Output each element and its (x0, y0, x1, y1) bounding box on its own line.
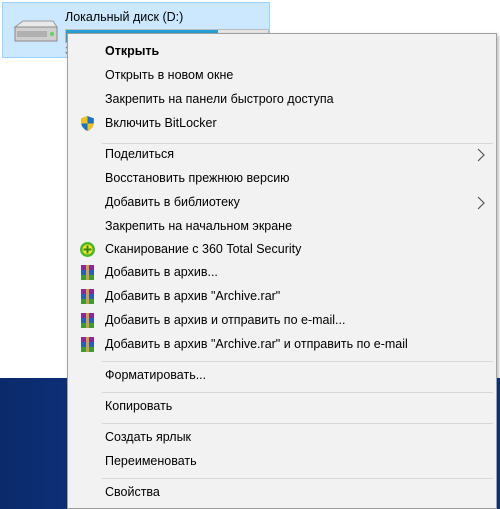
menu-separator (102, 423, 493, 424)
menu-item-add-archive-rar[interactable]: Добавить в архив "Archive.rar" (70, 285, 494, 308)
menu-item-rename-label: Переименовать (105, 454, 197, 468)
menu-item-copy[interactable]: Копировать (70, 395, 494, 418)
menu-item-restore-previous[interactable]: Восстановить прежнюю версию (70, 167, 494, 190)
menu-item-create-shortcut[interactable]: Создать ярлык (70, 426, 494, 449)
menu-item-add-archive-rar-email[interactable]: Добавить в архив "Archive.rar" и отправи… (70, 333, 494, 356)
hard-drive-icon (13, 20, 58, 42)
menu-separator (102, 478, 493, 479)
drive-label: Локальный диск (D:) (65, 10, 184, 24)
menu-separator (102, 392, 493, 393)
menu-item-add-archive-email-label: Добавить в архив и отправить по e-mail..… (105, 313, 346, 327)
menu-item-pin-quick-access[interactable]: Закрепить на панели быстрого доступа (70, 88, 494, 111)
winrar-icon (81, 313, 94, 328)
menu-item-scan-360-label: Сканирование с 360 Total Security (105, 242, 302, 256)
menu-item-rename[interactable]: Переименовать (70, 450, 494, 473)
menu-item-pin-start[interactable]: Закрепить на начальном экране (70, 215, 494, 238)
menu-item-add-to-library-label: Добавить в библиотеку (105, 195, 240, 209)
menu-item-add-archive-rar-email-label: Добавить в архив "Archive.rar" и отправи… (105, 337, 408, 351)
menu-item-bitlocker[interactable]: Включить BitLocker (70, 112, 494, 135)
menu-item-add-archive-email[interactable]: Добавить в архив и отправить по e-mail..… (70, 309, 494, 332)
menu-item-open-new-window-label: Открыть в новом окне (105, 68, 234, 82)
360-security-icon (80, 242, 95, 257)
menu-item-properties[interactable]: Свойства (70, 481, 494, 504)
winrar-icon (81, 289, 94, 304)
chevron-right-icon (477, 148, 485, 162)
menu-item-scan-360[interactable]: Сканирование с 360 Total Security (70, 238, 494, 261)
menu-item-create-shortcut-label: Создать ярлык (105, 430, 192, 444)
menu-item-format-label: Форматировать... (105, 368, 207, 382)
menu-item-format[interactable]: Форматировать... (70, 364, 494, 387)
winrar-icon (81, 337, 94, 352)
menu-item-bitlocker-label: Включить BitLocker (105, 116, 217, 130)
winrar-icon (81, 265, 94, 280)
menu-separator (102, 361, 493, 362)
menu-item-copy-label: Копировать (105, 399, 173, 413)
menu-item-share-label: Поделиться (105, 147, 175, 161)
menu-item-open-new-window[interactable]: Открыть в новом окне (70, 64, 494, 87)
uac-shield-icon (81, 116, 94, 131)
menu-item-add-archive-rar-label: Добавить в архив "Archive.rar" (105, 289, 281, 303)
menu-item-pin-start-label: Закрепить на начальном экране (105, 219, 293, 233)
menu-item-add-archive[interactable]: Добавить в архив... (70, 261, 494, 284)
chevron-right-icon (477, 196, 485, 210)
menu-item-pin-quick-access-label: Закрепить на панели быстрого доступа (105, 92, 334, 106)
menu-item-restore-previous-label: Восстановить прежнюю версию (105, 171, 290, 185)
menu-item-add-to-library[interactable]: Добавить в библиотеку (70, 191, 494, 214)
menu-item-add-archive-label: Добавить в архив... (105, 265, 218, 279)
menu-item-open[interactable]: Открыть (70, 40, 494, 63)
context-menu: Открыть Открыть в новом окне Закрепить н… (67, 33, 497, 509)
menu-item-open-label: Открыть (105, 44, 160, 58)
menu-item-properties-label: Свойства (105, 485, 160, 499)
menu-item-share[interactable]: Поделиться (70, 143, 494, 166)
